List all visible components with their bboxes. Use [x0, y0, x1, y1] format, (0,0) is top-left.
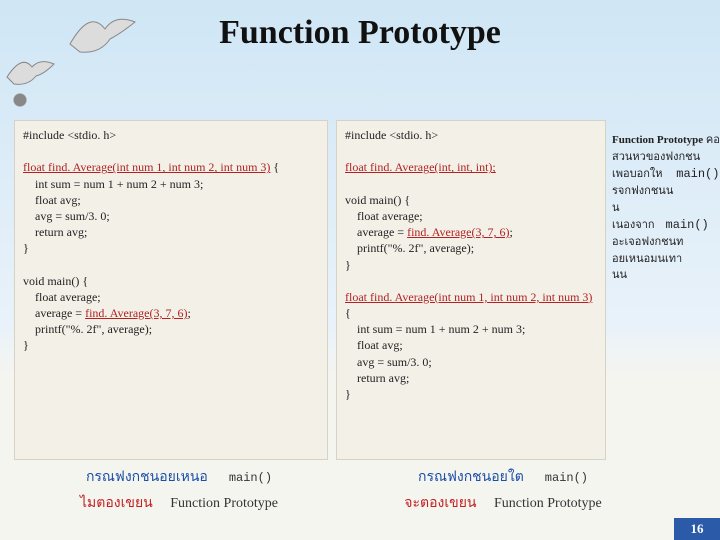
code-line: #include <stdio. h> float find. Average(…: [23, 127, 319, 354]
page-title: Function Prototype: [0, 14, 720, 52]
code-pane-right: #include <stdio. h> float find. Average(…: [336, 120, 606, 460]
code-pane-left: #include <stdio. h> float find. Average(…: [14, 120, 328, 460]
page-number: 16: [674, 518, 720, 540]
callout-text: Function Prototype คอ สวนหวของฟงกชน เพอบ…: [612, 132, 720, 284]
content-area: #include <stdio. h> float find. Average(…: [14, 120, 706, 500]
caption-right: กรณฟงกชนอยใต main() จะตองเขยน Function P…: [348, 466, 658, 514]
seagull-icon: [2, 52, 62, 92]
code-line: #include <stdio. h> float find. Average(…: [345, 127, 597, 402]
caption-row: กรณฟงกชนอยเหนอ main() ไมตองเขยน Function…: [14, 466, 706, 510]
caption-left: กรณฟงกชนอยเหนอ main() ไมตองเขยน Function…: [24, 466, 334, 514]
